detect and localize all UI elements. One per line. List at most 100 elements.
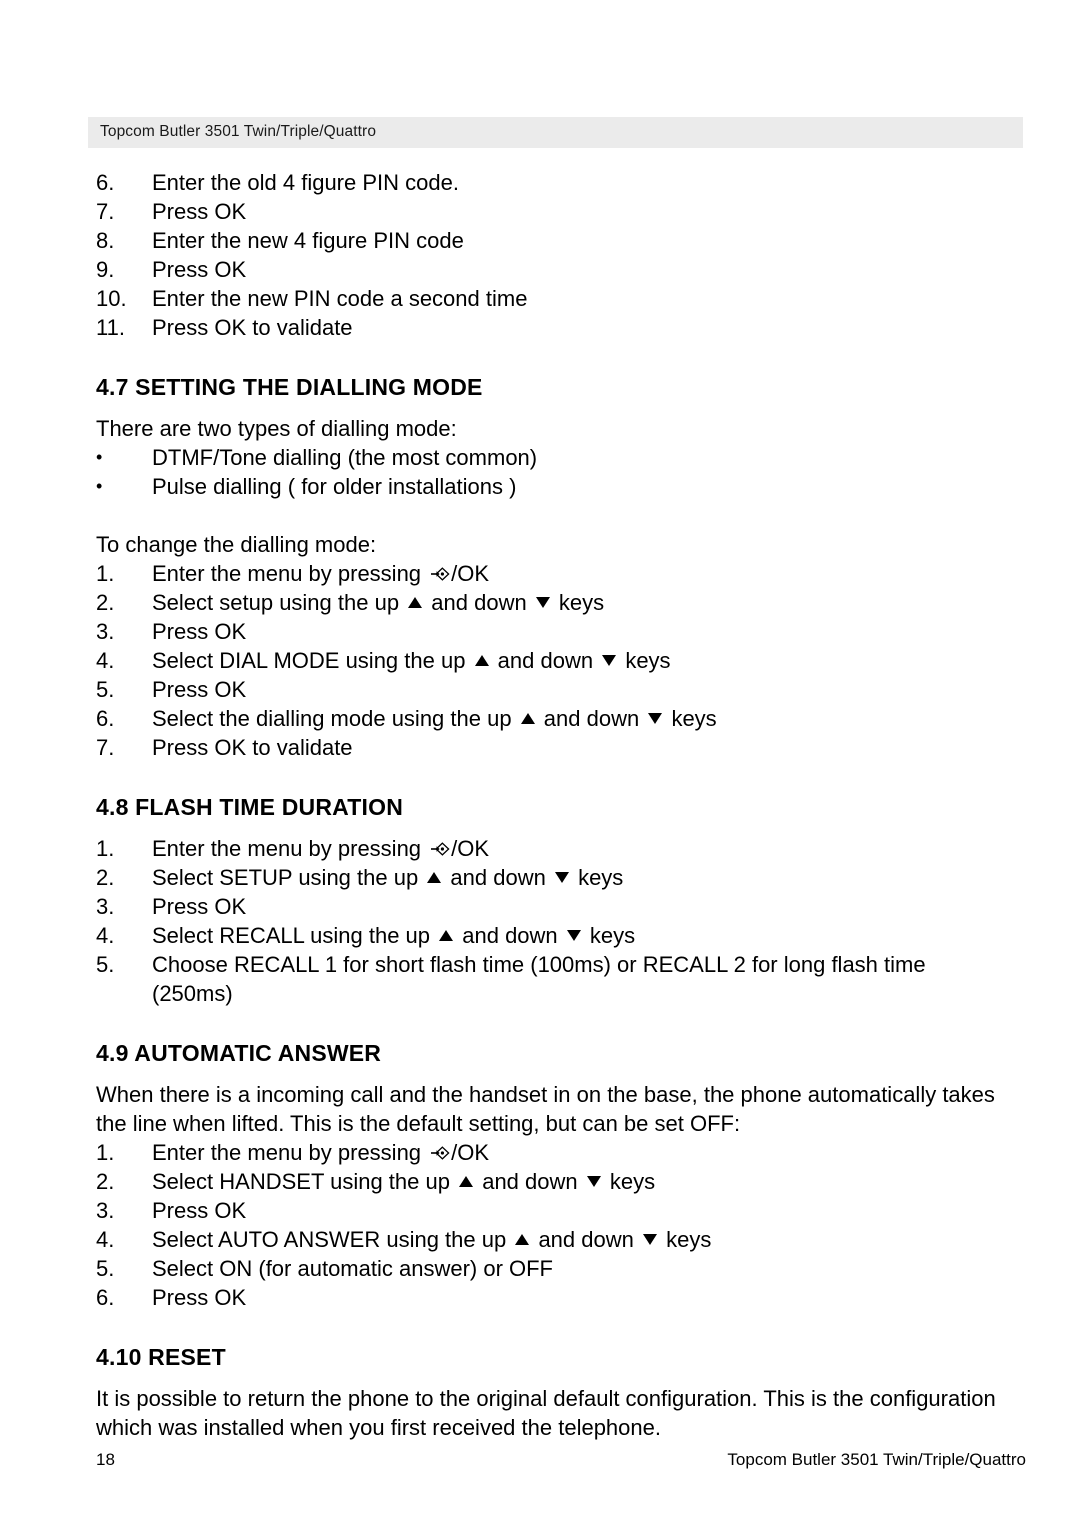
triangle-up-icon (515, 1234, 530, 1245)
list-marker: 1. (96, 836, 115, 861)
step-text-mid: and down (456, 923, 564, 948)
triangle-down-icon (535, 597, 550, 608)
list-item: 10. Enter the new PIN code a second time (96, 284, 1026, 313)
footer-document-title: Topcom Butler 3501 Twin/Triple/Quattro (727, 1450, 1026, 1469)
list-item: 1. Enter the menu by pressing /OK (96, 559, 1026, 588)
menu-arrow-diamond-icon (430, 1144, 450, 1162)
list-item: • DTMF/Tone dialling (the most common) (96, 443, 1026, 472)
list-item-text: Select DIAL MODE using the up and down k… (152, 646, 1026, 675)
list-marker: 2. (96, 1169, 115, 1194)
step-text-pre: Select the dialling mode using the up (152, 706, 518, 731)
list-item: 6. Select the dialling mode using the up… (96, 704, 1026, 733)
step-text-post: keys (659, 1227, 712, 1252)
step-text-mid: and down (425, 590, 533, 615)
step-text-mid: and down (476, 1169, 584, 1194)
list-item: 7. Press OK to validate (96, 733, 1026, 762)
list-item-text: Select setup using the up and down keys (152, 588, 1026, 617)
list-item-text: Press OK (152, 894, 247, 919)
list-marker: 11. (96, 315, 125, 340)
page-number: 18 (96, 1450, 115, 1469)
section-heading-4-7: 4.7 SETTING THE DIALLING MODE (96, 374, 483, 400)
list-item: 8. Enter the new 4 figure PIN code (96, 226, 1026, 255)
list-marker: 5. (96, 1256, 115, 1281)
list-item-text: Press OK to validate (152, 735, 353, 760)
section-4-10-paragraph-line-2: which was installed when you first recei… (96, 1415, 661, 1440)
list-marker: 4. (96, 1227, 115, 1252)
running-header-text: Topcom Butler 3501 Twin/Triple/Quattro (100, 123, 377, 140)
triangle-down-icon (642, 1234, 657, 1245)
list-marker: 5. (96, 952, 115, 977)
section-4-7-intro: There are two types of dialling mode: (96, 416, 457, 441)
list-item: 3. Press OK (96, 1196, 1026, 1225)
list-item: • Pulse dialling ( for older installatio… (96, 472, 1026, 501)
list-marker: 4. (96, 648, 115, 673)
list-item-text: Press OK to validate (152, 315, 353, 340)
menu-arrow-diamond-icon (430, 565, 450, 583)
list-item-text: DTMF/Tone dialling (the most common) (152, 445, 538, 470)
triangle-up-icon (459, 1176, 474, 1187)
list-marker: 9. (96, 257, 115, 282)
section-4-8-steps-list: 1. Enter the menu by pressing /OK 2. Sel… (96, 834, 1026, 1008)
section-heading-4-8: 4.8 FLASH TIME DURATION (96, 794, 404, 820)
list-item: 5. Press OK (96, 675, 1026, 704)
triangle-down-icon (648, 713, 663, 724)
list-item: 4. Select DIAL MODE using the up and dow… (96, 646, 1026, 675)
list-item: 9. Press OK (96, 255, 1026, 284)
list-marker: 10. (96, 286, 127, 311)
list-marker: 6. (96, 1285, 115, 1310)
list-item-text: Select SETUP using the up and down keys (152, 863, 1026, 892)
step-text-post: /OK (451, 561, 490, 586)
step-text-pre: Enter the menu by pressing (152, 561, 428, 586)
step-text-mid: and down (532, 1227, 640, 1252)
list-item-text: Press OK (152, 257, 247, 282)
triangle-down-icon (602, 655, 617, 666)
running-footer: 18 Topcom Butler 3501 Twin/Triple/Quattr… (96, 1448, 1026, 1474)
list-item: 2. Select setup using the up and down ke… (96, 588, 1026, 617)
list-item-text: Press OK (152, 1198, 247, 1223)
list-item-text: Press OK (152, 1285, 247, 1310)
list-item-text: Choose RECALL 1 for short flash time (10… (152, 952, 926, 977)
triangle-up-icon (520, 713, 535, 724)
step-text-post: /OK (451, 1140, 490, 1165)
triangle-down-icon (566, 930, 581, 941)
step-text-mid: and down (491, 648, 600, 673)
step-text-pre: Enter the menu by pressing (152, 836, 428, 861)
step-text-pre: Select DIAL MODE using the up (152, 648, 472, 673)
step-text-pre: Select setup using the up (152, 590, 406, 615)
section-4-9-paragraph-line-2: the line when lifted. This is the defaul… (96, 1111, 741, 1136)
list-item: 11. Press OK to validate (96, 313, 1026, 342)
step-text-post: keys (552, 590, 605, 615)
running-header: Topcom Butler 3501 Twin/Triple/Quattro (88, 117, 1023, 148)
section-4-7-steps-list: 1. Enter the menu by pressing /OK 2. Sel… (96, 559, 1026, 762)
list-item-text: Press OK (152, 199, 247, 224)
list-item-text: Enter the new PIN code a second time (152, 286, 528, 311)
list-marker: 3. (96, 894, 115, 919)
step-text-post: keys (619, 648, 671, 673)
list-item-text: Enter the menu by pressing /OK (152, 1138, 1026, 1167)
list-marker: 8. (96, 228, 115, 253)
list-marker: 7. (96, 735, 115, 760)
list-marker: 3. (96, 619, 115, 644)
list-item-text: Select HANDSET using the up and down key… (152, 1167, 1026, 1196)
triangle-down-icon (554, 872, 569, 883)
list-marker: 2. (96, 590, 115, 615)
list-item: 5. Choose RECALL 1 for short flash time … (96, 950, 1026, 1008)
pin-change-steps-list: 6. Enter the old 4 figure PIN code. 7. P… (96, 168, 1026, 342)
list-marker: 1. (96, 1140, 115, 1165)
step-text-pre: Select HANDSET using the up (152, 1169, 457, 1194)
list-item: 1. Enter the menu by pressing /OK (96, 1138, 1026, 1167)
list-item: 2. Select SETUP using the up and down ke… (96, 863, 1026, 892)
list-item-text: Enter the old 4 figure PIN code. (152, 170, 459, 195)
list-item-text: Press OK (152, 619, 247, 644)
menu-arrow-diamond-icon (430, 840, 450, 858)
list-item: 4. Select RECALL using the up and down k… (96, 921, 1026, 950)
list-item-text: Pulse dialling ( for older installations… (152, 474, 517, 499)
step-text-pre: Select AUTO ANSWER using the up (152, 1227, 513, 1252)
section-4-7-lead: To change the dialling mode: (96, 532, 377, 557)
list-item: 7. Press OK (96, 197, 1026, 226)
